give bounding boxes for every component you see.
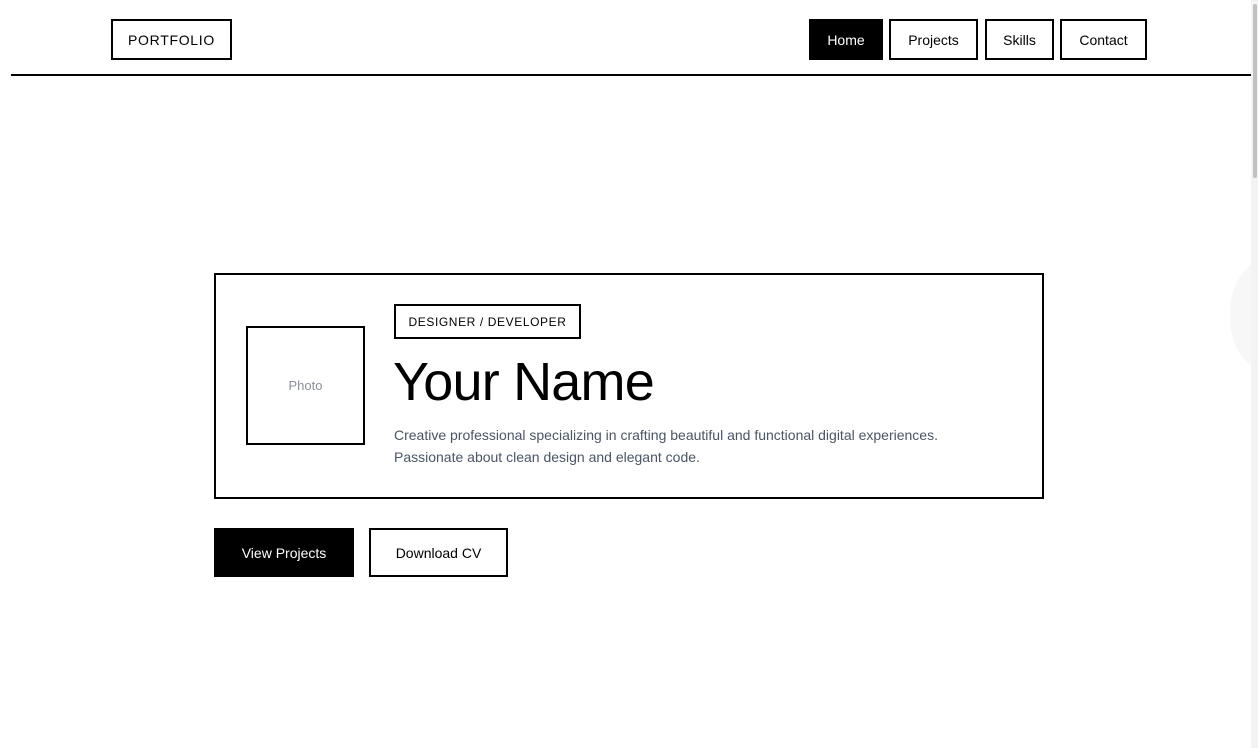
nav-skills-button[interactable]: Skills <box>985 19 1054 60</box>
page: PORTFOLIO Home Projects Skills Contact P… <box>0 0 1251 748</box>
nav-home-button[interactable]: Home <box>809 19 883 60</box>
role-badge: DESIGNER / DEVELOPER <box>394 304 581 339</box>
nav-contact-button[interactable]: Contact <box>1060 19 1147 60</box>
site-logo[interactable]: PORTFOLIO <box>111 19 232 60</box>
hero-bio-line: Creative professional specializing in cr… <box>394 427 938 443</box>
photo-label: Photo <box>288 378 323 393</box>
profile-photo-placeholder: Photo <box>246 326 365 445</box>
scrollbar-thumb[interactable] <box>1253 4 1257 178</box>
download-cv-button[interactable]: Download CV <box>369 528 508 577</box>
hero-bio: Creative professional specializing in cr… <box>394 424 1014 468</box>
hero-bio-line: Passionate about clean design and elegan… <box>394 449 700 465</box>
hero-name: Your Name <box>393 352 655 412</box>
view-projects-button[interactable]: View Projects <box>214 528 354 577</box>
nav-projects-button[interactable]: Projects <box>889 19 978 60</box>
header-divider <box>11 74 1251 76</box>
